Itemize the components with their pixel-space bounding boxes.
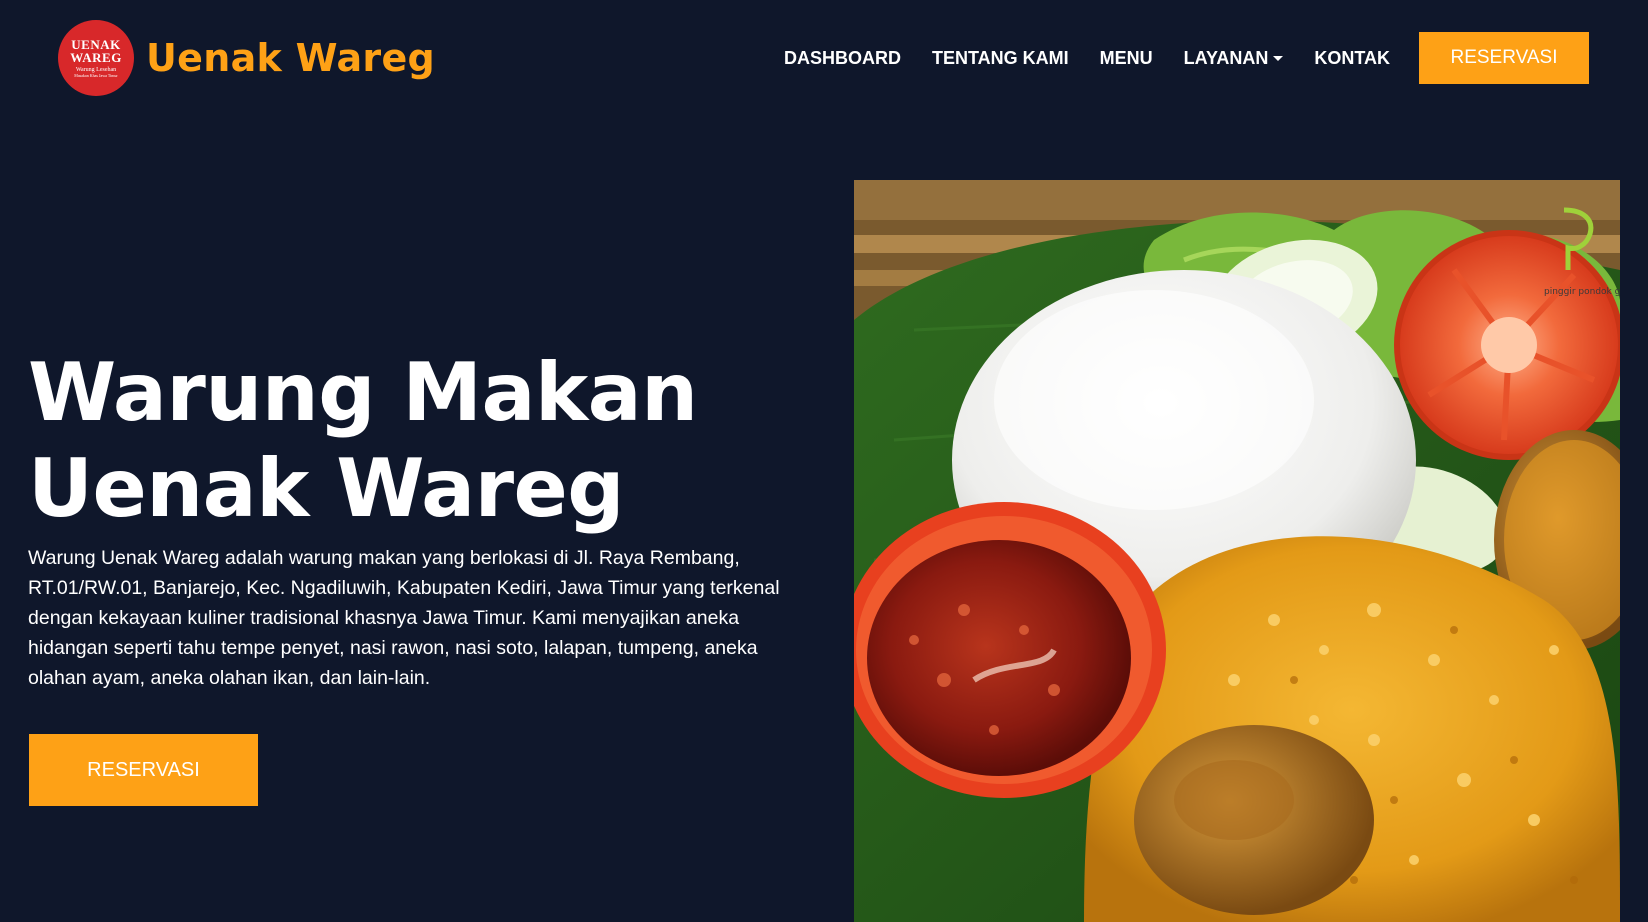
brand-link[interactable]: UENAK WAREG Warung Lesehan Masakan Khas …: [58, 20, 435, 96]
hero-title: Warung Makan Uenak Wareg: [28, 345, 788, 537]
navbar: UENAK WAREG Warung Lesehan Masakan Khas …: [0, 0, 1648, 116]
nav-item-kontak[interactable]: KONTAK: [1314, 48, 1390, 69]
nav-item-layanan-dropdown[interactable]: LAYANAN: [1184, 48, 1284, 69]
nav-reserve-button[interactable]: RESERVASI: [1419, 32, 1589, 84]
hero-title-line2: Uenak Wareg: [28, 442, 625, 535]
nav-links: DASHBOARD TENTANG KAMI MENU LAYANAN KONT…: [784, 32, 1648, 84]
nav-item-layanan-label: LAYANAN: [1183, 47, 1269, 68]
caret-down-icon: [1273, 56, 1284, 61]
hero-description: Warung Uenak Wareg adalah warung makan y…: [28, 547, 780, 689]
hero-reserve-button[interactable]: RESERVASI: [29, 734, 258, 806]
nav-item-dashboard[interactable]: DASHBOARD: [784, 48, 901, 69]
nav-item-menu[interactable]: MENU: [1100, 48, 1153, 69]
brand-logo: UENAK WAREG Warung Lesehan Masakan Khas …: [58, 20, 134, 96]
nav-item-tentang-kami[interactable]: TENTANG KAMI: [932, 48, 1069, 69]
logo-text-line2: WAREG: [70, 50, 122, 65]
page: UENAK WAREG Warung Lesehan Masakan Khas …: [0, 0, 1648, 922]
hero-food-image: pinggir pondok gede: [854, 180, 1620, 922]
logo-text-line4: Masakan Khas Jawa Timur: [74, 73, 118, 78]
watermark-text: pinggir pondok gede: [1544, 287, 1620, 297]
hero-title-line1: Warung Makan: [28, 346, 698, 439]
brand-name: Uenak Wareg: [146, 36, 436, 80]
